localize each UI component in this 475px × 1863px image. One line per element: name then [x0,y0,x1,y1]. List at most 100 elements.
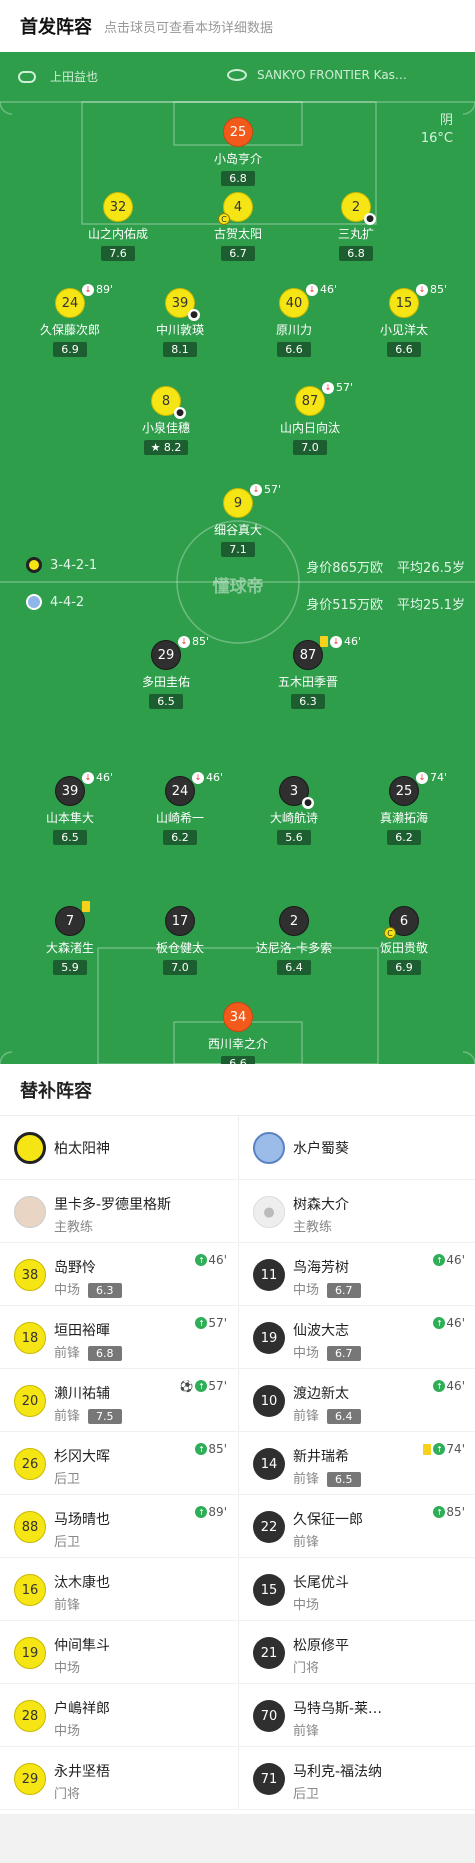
home-player-8[interactable]: 8 ● 小泉佳穗 ★ 8.2 [116,386,216,455]
player-number: 39 ● [165,288,200,321]
coach-avatar-icon [14,1196,46,1228]
player-rating: 6.6 [277,342,311,357]
player-rating: 7.6 [101,246,135,261]
away-team-name: 水户蜀葵 [293,1141,349,1157]
sub-number: 10 [253,1385,285,1417]
home-player-5[interactable]: 39 ● 中川敦瑛 8.1 [130,288,230,357]
player-number: 4C [218,192,253,225]
player-name: 小泉佳穗 [141,421,190,435]
sub-out-icon: ↓ [192,771,204,784]
player-name: 多田圭佑 [141,675,190,689]
away-player-5[interactable]: 25 ↓ 74' 真濑拓海 6.2 [354,771,454,845]
home-sub-row-1[interactable]: 18 垣田裕暉 前锋 6.8 ↑ 57' [0,1306,237,1369]
player-number: 34 [223,1002,253,1032]
home-player-10[interactable]: 9 ↓ 57' 细谷真大 7.1 [188,483,288,557]
sub-number: 22 [253,1511,285,1543]
sub-position: 后卫 [293,1787,320,1802]
sub-minute: 85' [192,635,210,648]
home-avg-age: 平均26.5岁 [397,561,465,576]
player-name: 五木田季晋 [277,675,338,689]
player-rating: 6.8 [339,246,373,261]
sub-out-marker: ↓ 89' [82,283,113,296]
player-rating: 7.0 [163,960,197,975]
sub-in-icon: ↑ [195,1506,208,1518]
home-team-row[interactable]: 柏太阳神 [0,1116,237,1180]
away-team-info: 4-4-2 身价515万欧 平均25.1岁 [0,591,475,613]
sub-out-marker: ↓ 46' [306,283,337,296]
sub-in-icon: ↑ [195,1317,208,1329]
sub-out-marker: ↓ 46' [82,771,113,784]
goal-ball-icon: ● [174,407,186,419]
away-team-row[interactable]: 水户蜀葵 [239,1116,475,1180]
home-player-2[interactable]: 4 C 古贺太阳 6.7 [188,192,288,261]
sub-in-minute: 85' [208,1442,227,1456]
player-name: 真濑拓海 [379,811,428,825]
player-name: 原川力 [275,323,312,337]
player-number: 87 ↓ 46' [293,635,361,670]
sub-position: 后卫 [54,1472,81,1487]
away-player-4[interactable]: 3 ● 大崎航诗 5.6 [244,776,344,845]
sub-name: 久保征一郎 [293,1512,363,1528]
away-player-0[interactable]: 29 ↓ 85' 多田圭佑 6.5 [116,635,216,709]
home-coach-bar: 上田益也 [18,68,98,85]
captain-icon: C [218,213,230,225]
home-player-6[interactable]: 40 ↓ 46' 原川力 6.6 [244,283,344,357]
away-sub-row-6[interactable]: 21 松原修平 门将 [239,1621,475,1684]
home-sub-row-4[interactable]: 88 马场晴也 后卫 ↑ 89' [0,1495,237,1558]
away-coach-row[interactable]: ● 树森大介 主教练 [239,1180,475,1243]
away-team-logo-icon [253,1132,285,1164]
away-sub-row-1[interactable]: 19 仙波大志 中场 6.7 ↑ 46' [239,1306,475,1369]
goal-ball-icon: ⚽ [179,1379,194,1393]
away-player-3[interactable]: 24 ↓ 46' 山崎希一 6.2 [130,771,230,845]
home-player-0[interactable]: 25 小岛亨介 6.8 [188,117,288,186]
sub-minute: 46' [96,771,114,784]
sub-name: 岛野怜 [54,1260,96,1276]
away-player-6[interactable]: 7 大森渚生 5.9 [20,901,120,975]
home-player-1[interactable]: 32 山之内佑成 7.6 [68,192,168,261]
sub-out-marker [82,901,92,912]
home-coach-row[interactable]: 里卡多-罗德里格斯 主教练 [0,1180,237,1243]
away-sub-row-7[interactable]: 70 马特乌斯-莱… 前锋 [239,1684,475,1747]
away-sub-row-4[interactable]: 22 久保征一郎 前锋 ↑ 85' [239,1495,475,1558]
captain-icon: C [384,927,396,939]
away-sub-row-3[interactable]: 14 新井瑞希 前锋 6.5 ↑ 74' [239,1432,475,1495]
home-sub-row-2[interactable]: 20 濑川祐辅 前锋 7.5 ⚽ ↑ 57' [0,1369,237,1432]
home-sub-row-6[interactable]: 19 仲间隼斗 中场 [0,1621,237,1684]
home-sub-row-5[interactable]: 16 汰木康也 前锋 [0,1558,237,1621]
sub-name: 马场晴也 [54,1512,110,1528]
sub-out-marker: ↓ 57' [250,483,281,496]
player-rating: 6.2 [387,830,421,845]
sub-number: 20 [14,1385,46,1417]
away-sub-row-0[interactable]: 11 鸟海芳树 中场 6.7 ↑ 46' [239,1243,475,1306]
home-player-9[interactable]: 87 ↓ 57' 山内日向汰 7.0 [260,381,360,455]
away-sub-row-8[interactable]: 71 马利克-福法纳 后卫 [239,1747,475,1810]
away-player-10[interactable]: 34 西川幸之介 6.6 [188,1002,288,1064]
pitch: 上田益也 SANKYO FRONTIER Kas… 阴 16°C 懂球帝 3-4… [0,52,475,1064]
home-sub-row-3[interactable]: 26 杉冈大晖 后卫 ↑ 85' [0,1432,237,1495]
home-player-4[interactable]: 24 ↓ 89' 久保藤次郎 6.9 [20,283,120,357]
sub-position: 前锋 [293,1535,320,1550]
coach-avatar-placeholder-icon: ● [253,1196,285,1228]
sub-in-minute: 57' [208,1316,227,1330]
away-player-9[interactable]: 6 C 饭田贵敬 6.9 [354,906,454,975]
sub-name: 汰木康也 [54,1575,110,1591]
player-number: 6C [384,906,419,939]
sub-in-marker: ↑ 57' [195,1316,227,1330]
home-sub-row-8[interactable]: 29 永井坚梧 门将 [0,1747,237,1810]
away-player-8[interactable]: 2 达尼洛-卡多索 6.4 [244,906,344,975]
home-player-3[interactable]: 2 ● 三丸扩 6.8 [306,192,406,261]
home-sub-row-0[interactable]: 38 岛野怜 中场 6.3 ↑ 46' [0,1243,237,1306]
home-sub-row-7[interactable]: 28 户嶋祥郎 中场 [0,1684,237,1747]
sub-number: 38 [14,1259,46,1291]
home-player-7[interactable]: 15 ↓ 85' 小见洋太 6.6 [354,283,454,357]
away-coach-role: 主教练 [293,1220,333,1235]
away-player-1[interactable]: 87 ↓ 46' 五木田季晋 6.3 [258,635,361,709]
home-team-name: 柏太阳神 [54,1141,110,1157]
home-team-logo-icon [14,1132,46,1164]
away-sub-row-5[interactable]: 15 长尾优斗 中场 [239,1558,475,1621]
away-player-7[interactable]: 17 板仓健太 7.0 [130,906,230,975]
player-name: 山本隼大 [45,811,94,825]
away-sub-row-2[interactable]: 10 渡边新太 前锋 6.4 ↑ 46' [239,1369,475,1432]
away-player-2[interactable]: 39 ↓ 46' 山本隼大 6.5 [20,771,120,845]
sub-out-marker: ↓ 74' [416,771,447,784]
